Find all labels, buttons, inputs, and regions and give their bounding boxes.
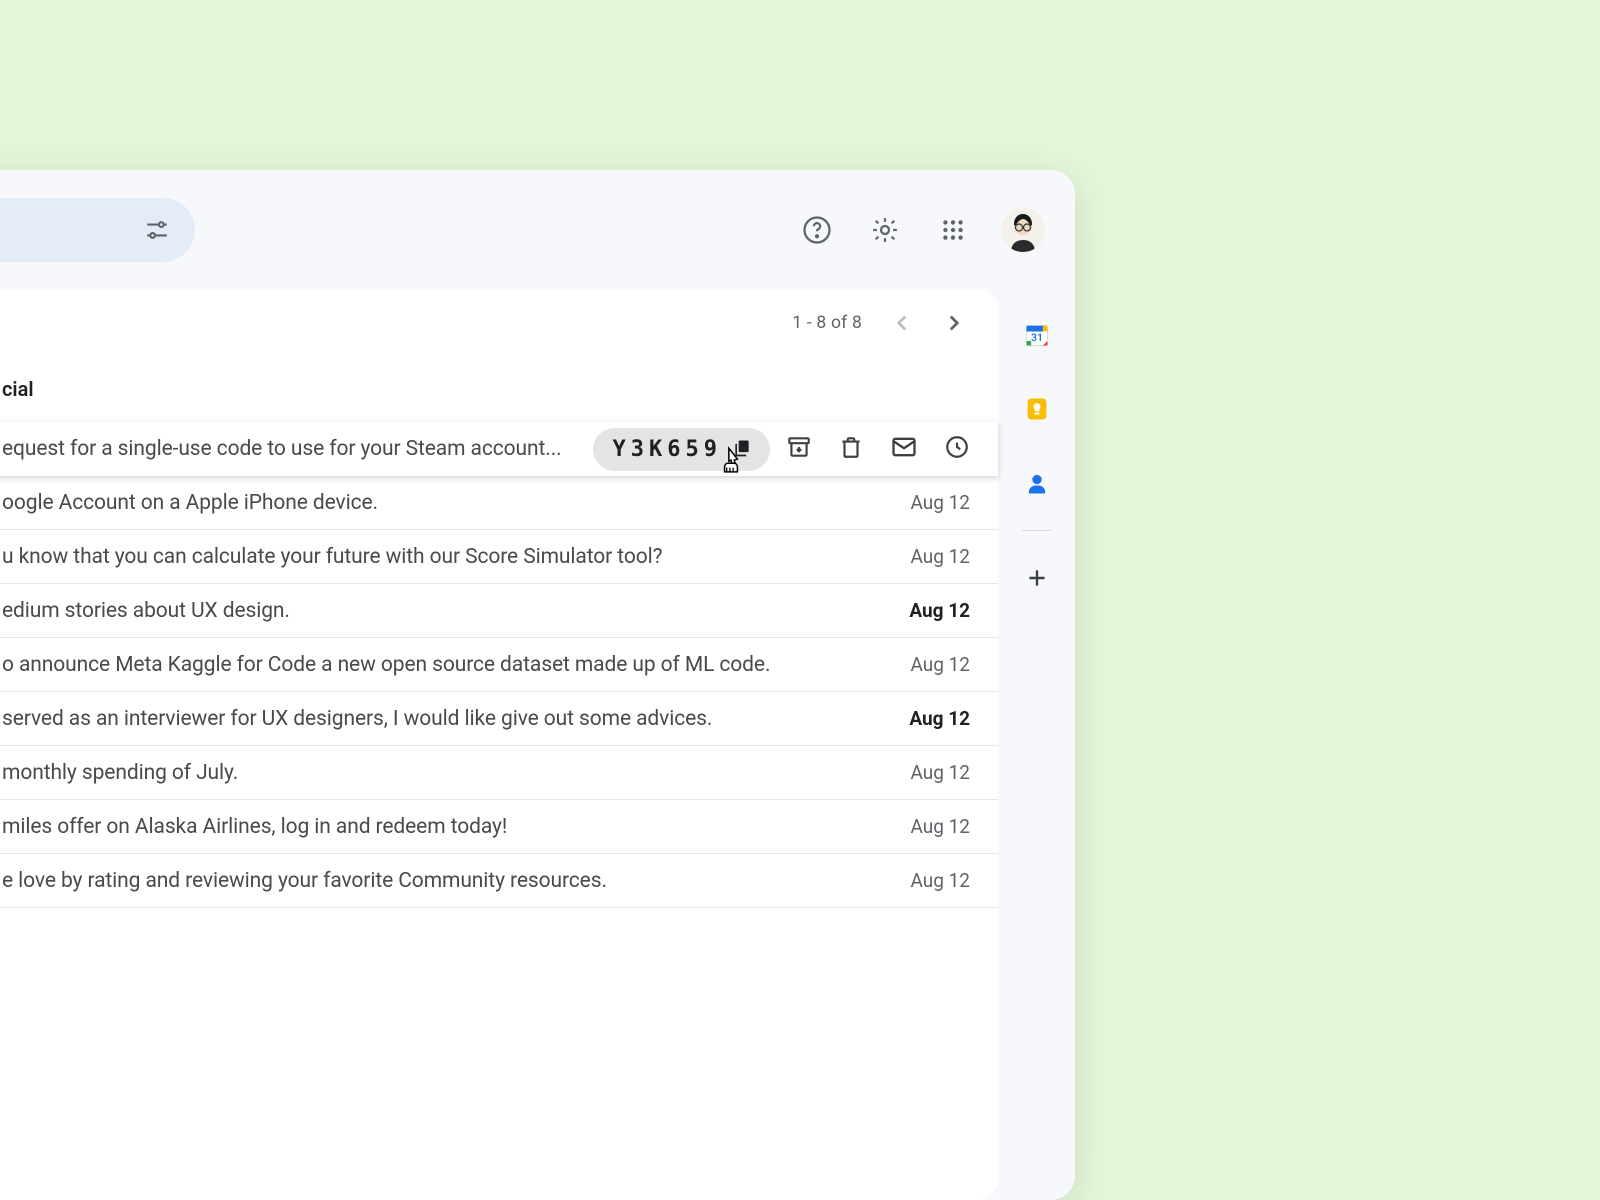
- pagination-label: 1 - 8 of 8: [792, 313, 862, 333]
- mail-row[interactable]: oogle Account on a Apple iPhone device. …: [0, 476, 998, 530]
- add-icon[interactable]: [1022, 563, 1052, 593]
- mail-snippet: monthly spending of July.: [2, 761, 880, 785]
- side-rail: 31: [998, 290, 1075, 1200]
- app-window: 1 - 8 of 8 cial equest for a single-use …: [0, 170, 1075, 1200]
- search-bar[interactable]: [0, 198, 195, 262]
- mail-snippet: oogle Account on a Apple iPhone device.: [2, 491, 880, 515]
- copy-icon[interactable]: [732, 438, 754, 460]
- help-icon[interactable]: [797, 210, 837, 250]
- mail-row[interactable]: monthly spending of July. Aug 12: [0, 746, 998, 800]
- mail-date: Aug 12: [880, 545, 970, 568]
- mail-row[interactable]: served as an interviewer for UX designer…: [0, 692, 998, 746]
- mail-ausaround: miles offer on Alaska Airlines, log in a…: [2, 815, 880, 839]
- header-actions: [797, 208, 1045, 252]
- mail-row[interactable]: edium stories about UX design. Aug 12: [0, 584, 998, 638]
- row-actions: [786, 433, 970, 465]
- mark-unread-icon[interactable]: [890, 433, 918, 465]
- category-tabs: cial: [0, 356, 998, 422]
- archive-icon[interactable]: [786, 434, 812, 464]
- mail-snippet: o announce Meta Kaggle for Code a new op…: [2, 653, 880, 677]
- mail-date: Aug 12: [880, 707, 970, 730]
- mail-date: Aug 12: [880, 653, 970, 676]
- mail-snippet: edium stories about UX design.: [2, 599, 880, 623]
- tab-social[interactable]: cial: [2, 377, 34, 401]
- avatar[interactable]: [1001, 208, 1045, 252]
- mail-date: Aug 12: [880, 761, 970, 784]
- code-value: Y3K659: [613, 437, 722, 462]
- code-chip[interactable]: Y3K659: [593, 428, 770, 471]
- mail-row[interactable]: u know that you can calculate your futur…: [0, 530, 998, 584]
- mail-snippet: u know that you can calculate your futur…: [2, 545, 880, 569]
- apps-grid-icon[interactable]: [933, 210, 973, 250]
- mail-snippet: served as an interviewer for UX designer…: [2, 707, 880, 731]
- mail-date: Aug 12: [880, 815, 970, 838]
- mail-date: Aug 12: [880, 599, 970, 622]
- rail-divider: [1022, 530, 1052, 531]
- contacts-icon[interactable]: [1022, 468, 1052, 498]
- keep-icon[interactable]: [1022, 394, 1052, 424]
- snooze-icon[interactable]: [944, 434, 970, 464]
- tune-icon[interactable]: [137, 210, 177, 250]
- mail-row[interactable]: miles offer on Alaska Airlines, log in a…: [0, 800, 998, 854]
- delete-icon[interactable]: [838, 434, 864, 464]
- svg-text:31: 31: [1031, 331, 1043, 344]
- header: [0, 170, 1075, 290]
- gear-icon[interactable]: [865, 210, 905, 250]
- mail-row[interactable]: o announce Meta Kaggle for Code a new op…: [0, 638, 998, 692]
- main-panel: 1 - 8 of 8 cial equest for a single-use …: [0, 290, 998, 1200]
- toolbar: 1 - 8 of 8: [0, 290, 998, 356]
- mail-snippet: equest for a single-use code to use for …: [2, 437, 593, 461]
- mail-date: Aug 12: [880, 869, 970, 892]
- mail-date: Aug 12: [880, 491, 970, 514]
- next-page-button[interactable]: [932, 301, 976, 345]
- content-area: 1 - 8 of 8 cial equest for a single-use …: [0, 290, 1075, 1200]
- calendar-icon[interactable]: 31: [1022, 320, 1052, 350]
- mail-row[interactable]: e love by rating and reviewing your favo…: [0, 854, 998, 908]
- mail-row[interactable]: equest for a single-use code to use for …: [0, 422, 998, 476]
- mail-list: equest for a single-use code to use for …: [0, 422, 998, 1200]
- prev-page-button[interactable]: [880, 301, 924, 345]
- mail-snippet: e love by rating and reviewing your favo…: [2, 869, 880, 893]
